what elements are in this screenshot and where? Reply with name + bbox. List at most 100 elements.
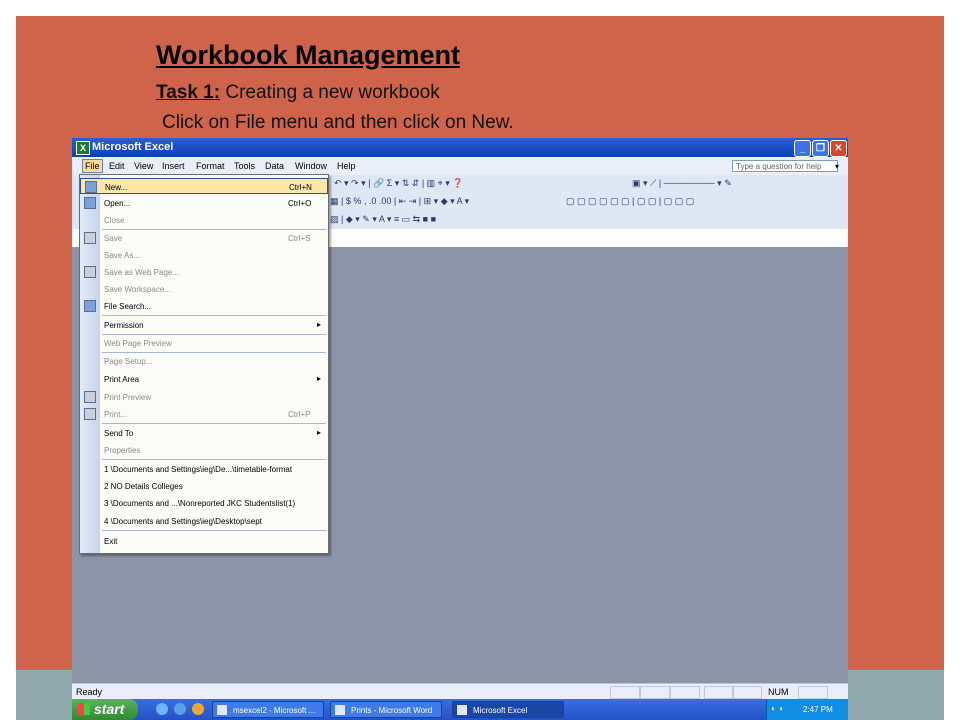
file-menu-item-label: Send To xyxy=(104,429,134,438)
menu-file[interactable]: File xyxy=(82,159,103,173)
help-search-input[interactable]: Type a question for help xyxy=(732,160,838,172)
menu-help[interactable]: Help xyxy=(337,161,356,171)
file-menu-item-shortcut: Ctrl+S xyxy=(288,234,311,243)
menu-view[interactable]: View xyxy=(134,161,153,171)
file-menu: New... Ctrl+N Open... Ctrl+O Close Save Ctrl+S… xyxy=(79,174,329,554)
slide-title: Workbook Management xyxy=(156,40,461,70)
menu-insert[interactable]: Insert xyxy=(162,161,185,171)
task-label: Task 1: xyxy=(156,82,221,103)
excel-app-icon: X xyxy=(76,141,90,155)
file-menu-item[interactable]: Web Page Preview xyxy=(80,335,328,351)
file-menu-item-label: Permission xyxy=(104,321,144,330)
print-preview-icon xyxy=(84,391,96,403)
file-menu-item[interactable]: File Search... xyxy=(80,298,328,314)
status-cell xyxy=(610,686,640,699)
file-menu-item[interactable]: Permission ▸ xyxy=(80,317,328,333)
file-menu-item[interactable]: 1 \Documents and Settings\ieg\De...\time… xyxy=(80,461,328,477)
menu-tools[interactable]: Tools xyxy=(234,161,255,171)
file-menu-item[interactable]: Properties xyxy=(80,442,328,458)
file-search-icon xyxy=(84,300,96,312)
media-quicklaunch-icon[interactable] xyxy=(192,703,204,715)
drawing-toolbar-buttons[interactable]: ▣ ▾ ⟋ | ──────── ▾ ✎ xyxy=(632,178,732,189)
file-menu-item[interactable]: Save Ctrl+S xyxy=(80,230,328,246)
file-menu-item[interactable]: Print Preview xyxy=(80,389,328,405)
file-menu-item[interactable]: Print... Ctrl+P xyxy=(80,406,328,422)
file-menu-item-label: Close xyxy=(104,216,125,225)
close-button[interactable]: ✕ xyxy=(830,140,847,157)
new-document-icon xyxy=(85,181,97,193)
file-menu-item-label: Print Preview xyxy=(104,393,152,402)
file-menu-item[interactable]: Open... Ctrl+O xyxy=(80,195,328,211)
menu-separator xyxy=(102,423,326,424)
file-menu-item[interactable]: Send To ▸ xyxy=(80,425,328,441)
file-menu-item[interactable]: Save Workspace... xyxy=(80,281,328,297)
file-menu-item-label: Save as Web Page... xyxy=(104,268,180,277)
file-menu-item-label: Save Workspace... xyxy=(104,285,171,294)
file-menu-item[interactable]: 3 \Documents and ...\Nonreported JKC Stu… xyxy=(80,495,328,511)
taskbar-item-excel[interactable]: Microsoft Excel xyxy=(452,701,564,718)
file-menu-item[interactable]: Save as Web Page... xyxy=(80,264,328,280)
menu-data[interactable]: Data xyxy=(265,161,284,171)
submenu-arrow-icon: ▸ xyxy=(317,320,322,329)
start-button[interactable]: start xyxy=(72,699,138,720)
menu-separator xyxy=(102,459,326,460)
taskbar-item-word[interactable]: Prints - Microsoft Word xyxy=(330,701,442,718)
file-menu-item-label: Properties xyxy=(104,446,141,455)
ie-quicklaunch-icon[interactable] xyxy=(156,703,168,715)
menu-edit[interactable]: Edit xyxy=(109,161,125,171)
file-menu-item[interactable]: 2 NO Details Colleges xyxy=(80,478,328,494)
file-menu-item[interactable]: Exit xyxy=(80,533,328,549)
status-cell xyxy=(704,686,734,699)
minimize-button[interactable]: _ xyxy=(794,140,811,157)
file-menu-item[interactable]: 4 \Documents and Settings\ieg\Desktop\se… xyxy=(80,513,328,529)
borders-toolbar-buttons[interactable]: ▨ | ◆ ▾ ✎ ▾ A ▾ ≡ ▭ ⇆ ■ ■ xyxy=(330,214,436,225)
help-dropdown-icon[interactable]: ▾ xyxy=(835,162,839,171)
formatting-toolbar-buttons[interactable]: ▦ | $ % , .0 .00 | ⇤ ⇥ | ⊞ ▾ ◆ ▾ A ▾ xyxy=(330,196,469,207)
menu-format[interactable]: Format xyxy=(196,161,225,171)
file-menu-item[interactable]: Print Area ▸ xyxy=(80,371,328,387)
file-menu-item-shortcut: Ctrl+N xyxy=(289,183,312,192)
open-folder-icon xyxy=(84,197,96,209)
print-icon xyxy=(84,408,96,420)
instruction-text: Click on File menu and then click on New… xyxy=(162,112,514,133)
clock: 2:47 PM xyxy=(803,705,833,714)
excel-app-small-icon xyxy=(457,705,467,715)
extra-toolbar-buttons[interactable]: ▢ ▢ ▢ ▢ ▢ ▢ | ▢ ▢ | ▢ ▢ ▢ xyxy=(566,196,694,207)
status-text: Ready xyxy=(76,687,103,697)
menu-separator xyxy=(102,530,326,531)
status-cell xyxy=(798,686,828,699)
excel-window: X Microsoft Excel _ ❐ ✕ File Edit View I… xyxy=(72,138,848,720)
browser-quicklaunch-icon[interactable] xyxy=(174,703,186,715)
standard-toolbar-buttons[interactable]: ↶ ▾ ↷ ▾ | 🔗 Σ ▾ ⇅ ⇵ | ▥ ⌖ ▾ ❓ xyxy=(334,178,463,189)
window-titlebar: X Microsoft Excel _ ❐ ✕ xyxy=(72,138,848,157)
window-title: Microsoft Excel xyxy=(92,141,174,153)
file-menu-item-label: Print... xyxy=(104,410,128,419)
tray-icons[interactable]: ◐ ◑ xyxy=(771,704,783,713)
file-menu-item-label: Save xyxy=(104,234,123,243)
submenu-arrow-icon: ▸ xyxy=(317,428,322,437)
status-cell xyxy=(640,686,670,699)
file-menu-item-label: 4 \Documents and Settings\ieg\Desktop\se… xyxy=(104,517,262,526)
file-menu-item-label: File Search... xyxy=(104,302,152,311)
file-menu-item-label: Save As... xyxy=(104,251,141,260)
menu-window[interactable]: Window xyxy=(295,161,327,171)
file-menu-item[interactable]: Save As... xyxy=(80,247,328,263)
system-tray: ◐ ◑ 2:47 PM xyxy=(766,699,848,720)
file-menu-item[interactable]: New... Ctrl+N xyxy=(80,178,328,194)
status-cell xyxy=(670,686,700,699)
status-cell xyxy=(732,686,762,699)
restore-button[interactable]: ❐ xyxy=(812,140,829,157)
task-line: Task 1: Creating a new workbook xyxy=(156,82,440,104)
excel-doc-icon xyxy=(217,705,227,715)
save-icon xyxy=(84,232,96,244)
file-menu-item-label: 1 \Documents and Settings\ieg\De...\time… xyxy=(104,465,293,474)
taskbar-item-msexcel2[interactable]: msexcel2 - Microsoft ... xyxy=(212,701,324,718)
menu-bar: File Edit View Insert Format Tools Data … xyxy=(72,157,848,175)
taskbar-item-label: Microsoft Excel xyxy=(473,706,528,715)
file-menu-item[interactable]: Page Setup... xyxy=(80,353,328,369)
windows-taskbar: start msexcel2 - Microsoft ... Prints - … xyxy=(72,699,848,720)
taskbar-item-label: Prints - Microsoft Word xyxy=(351,706,433,715)
num-lock-indicator: NUM xyxy=(768,687,789,697)
file-menu-item-label: Open... xyxy=(104,199,131,208)
file-menu-item[interactable]: Close xyxy=(80,212,328,228)
